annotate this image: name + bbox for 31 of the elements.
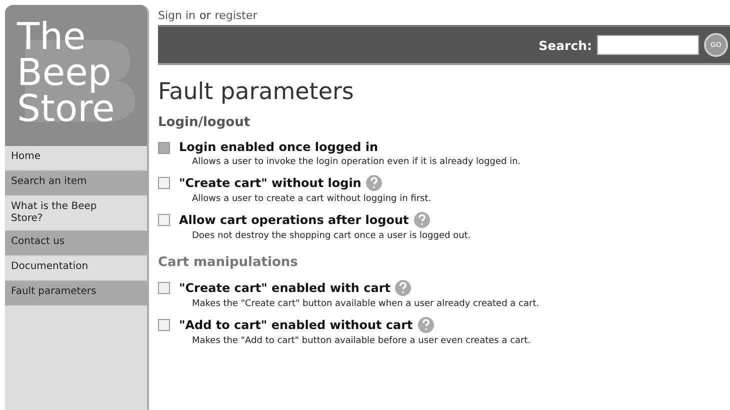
help-icon[interactable] <box>418 317 434 333</box>
option-description: Makes the "Create cart" button available when a user already created a cart. <box>192 299 540 309</box>
checkbox[interactable] <box>158 214 170 226</box>
checkbox[interactable] <box>158 282 170 294</box>
page-title: Fault parameters <box>158 79 355 105</box>
sidebar-item[interactable]: Contact us <box>5 231 147 256</box>
option-label: "Add to cart" enabled without cart <box>179 318 413 332</box>
option-label: "Create cart" enabled with cart <box>179 281 390 295</box>
checkbox[interactable] <box>158 319 170 331</box>
help-icon[interactable] <box>395 280 412 296</box>
help-icon[interactable] <box>366 175 382 191</box>
search-field[interactable] <box>597 35 699 55</box>
sidebar-item[interactable]: Search an item <box>5 171 147 196</box>
checkbox[interactable] <box>158 142 170 154</box>
option-label: Allow cart operations after logout <box>179 213 409 227</box>
checkbox[interactable] <box>158 177 170 189</box>
option-label: Login enabled once logged in <box>179 140 378 154</box>
option-description: Allows a user to invoke the login operation even if it is already logged in. <box>192 157 521 167</box>
register-link[interactable]: register <box>214 8 258 22</box>
section-heading: Login/logout <box>158 115 252 130</box>
separator-text: or <box>200 8 211 22</box>
option-description: Allows a user to create a cart without logging in first. <box>192 194 432 204</box>
sidebar-item[interactable]: Fault parameters <box>5 281 147 306</box>
store-logo: The Beep Store <box>5 5 147 146</box>
search-label: Search: <box>538 38 592 52</box>
sign-in-link[interactable]: Sign in <box>158 8 196 22</box>
option-description: Does not destroy the shopping cart once a user is logged out. <box>192 231 471 241</box>
section-heading: Cart manipulations <box>158 255 299 270</box>
option-label: "Create cart" without login <box>179 176 362 190</box>
option-description: Makes the "Add to cart" button available before a user even creates a cart. <box>192 336 531 346</box>
help-icon[interactable] <box>414 212 430 228</box>
